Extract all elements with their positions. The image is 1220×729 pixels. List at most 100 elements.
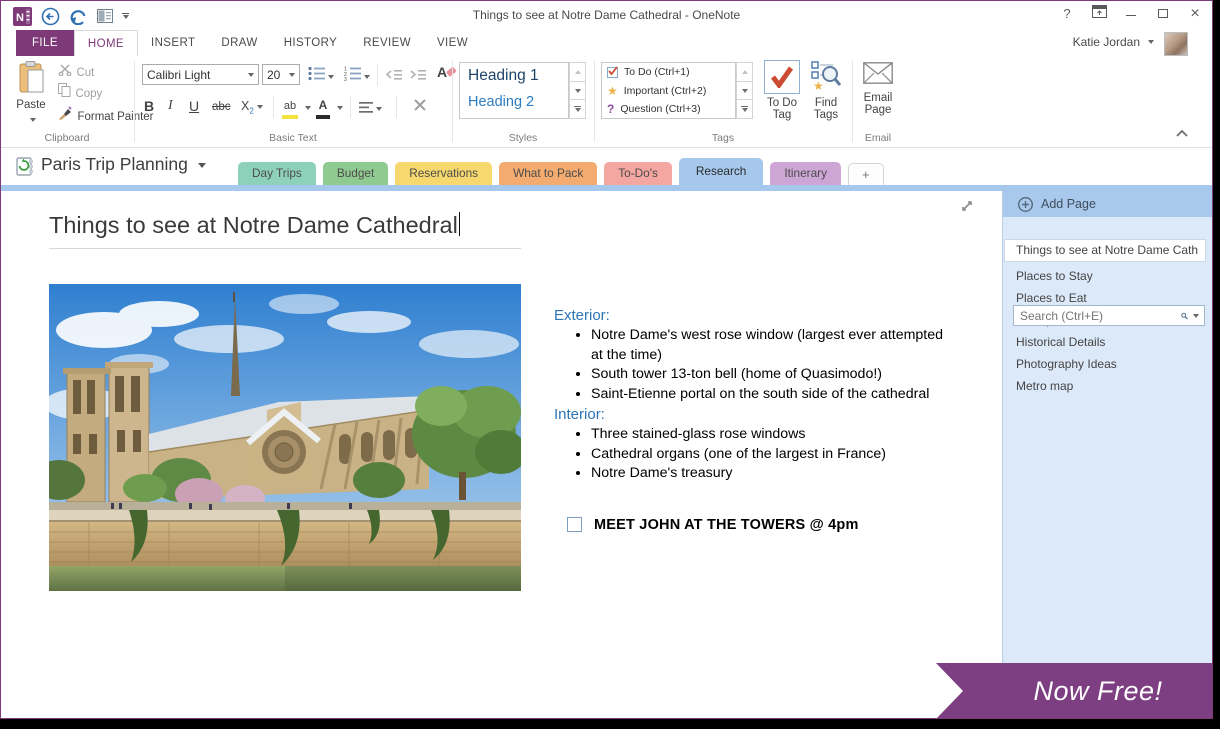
tag-important[interactable]: ★ Important (Ctrl+2) [602,82,735,101]
paragraph-alignment-button[interactable] [359,100,382,118]
full-page-view-icon[interactable] [960,199,974,218]
font-color-button[interactable]: A [316,96,330,119]
page-item-active[interactable]: Things to see at Notre Dame Cath [1004,239,1206,262]
delete-x-icon[interactable] [413,98,427,117]
styles-group-label: Styles [453,132,593,144]
add-section-tab[interactable]: + [848,163,884,185]
collapse-ribbon-icon[interactable] [1176,124,1188,142]
notre-dame-photo[interactable] [49,284,521,591]
style-heading2[interactable]: Heading 2 [460,89,568,115]
notebook-name[interactable]: Paris Trip Planning [41,154,206,175]
customize-qat-icon[interactable] [122,13,129,20]
tags-gallery[interactable]: To Do (Ctrl+1) ★ Important (Ctrl+2) ? Qu… [601,62,736,119]
clear-formatting-icon: A [437,63,457,81]
exterior-list: Notre Dame's west rose window (largest e… [554,326,954,404]
bullet-item[interactable]: South tower 13-ton bell (home of Quasimo… [591,365,954,385]
bullet-item[interactable]: Saint-Etienne portal on the south side o… [591,385,954,405]
section-tab-what-to-pack[interactable]: What to Pack [499,162,597,185]
bullet-item[interactable]: Three stained-glass rose windows [591,425,954,445]
interior-list: Three stained-glass rose windows Cathedr… [554,425,954,484]
highlight-button[interactable]: ab [282,96,298,119]
exterior-heading[interactable]: Exterior: [554,307,974,324]
font-size-select[interactable]: 20 [262,64,300,85]
bullet-item[interactable]: Notre Dame's west rose window (largest e… [591,326,954,365]
section-tab-reservations[interactable]: Reservations [395,162,492,185]
search-input[interactable] [1014,309,1181,323]
paste-icon [18,61,45,94]
section-tab-budget[interactable]: Budget [323,162,388,185]
page-item[interactable]: Places to Stay [1004,265,1212,287]
clipboard-group-label: Clipboard [1,132,133,144]
help-icon[interactable]: ? [1058,5,1076,23]
page-item[interactable]: Metro map [1004,375,1212,397]
underline-button[interactable]: U [189,98,199,114]
minimize-icon[interactable] [1122,5,1140,23]
search-icon[interactable] [1181,309,1188,323]
clear-formatting-button[interactable]: A [437,63,457,86]
svg-text:A: A [437,64,447,80]
decrease-indent-button[interactable] [386,68,402,86]
interior-heading[interactable]: Interior: [554,406,974,423]
notes-outline[interactable]: Exterior: Notre Dame's west rose window … [554,305,974,533]
section-tab-research[interactable]: Research [679,158,764,185]
onenote-app-icon[interactable]: N [13,7,32,26]
bullet-item[interactable]: Notre Dame's treasury [591,464,954,484]
italic-button[interactable]: I [168,98,173,114]
page-item[interactable]: Photography Ideas [1004,353,1212,375]
todo-tag-text[interactable]: MEET JOHN AT THE TOWERS @ 4pm [594,517,859,533]
numbering-button[interactable]: 1 2 3 [344,66,370,86]
account-name[interactable]: Katie Jordan [1073,35,1154,49]
paste-button[interactable]: ​Paste [11,61,51,129]
tags-scroll-rail[interactable] [736,62,753,119]
copy-button[interactable]: Copy [58,83,102,102]
add-page-button[interactable]: Add Page [1003,191,1212,217]
bullets-button[interactable] [308,66,334,86]
tab-view[interactable]: VIEW [424,30,481,56]
dock-to-desktop-icon[interactable] [97,9,113,23]
quick-access-toolbar: N [13,4,129,28]
tag-todo[interactable]: To Do (Ctrl+1) [602,63,735,82]
page-title-underline [49,248,521,249]
section-tab-day-trips[interactable]: Day Trips [238,162,316,185]
back-icon[interactable] [41,7,60,26]
account-avatar[interactable] [1164,32,1188,56]
todo-tag-button[interactable]: To DoTag [761,60,803,121]
section-tab-itinerary[interactable]: Itinerary [770,162,841,185]
cut-button[interactable]: Cut [58,63,94,81]
tab-draw[interactable]: DRAW [208,30,270,56]
bullets-icon [308,66,325,81]
styles-gallery[interactable]: Heading 1 Heading 2 [459,62,569,119]
close-icon[interactable]: × [1186,5,1204,23]
ribbon-display-options-icon[interactable] [1090,5,1108,23]
subscript-button[interactable]: X2 [241,99,263,116]
styles-scroll-rail[interactable] [569,62,586,119]
bold-button[interactable]: B [144,98,154,114]
format-painter-icon [58,106,73,120]
todo-tag-checkbox[interactable] [567,517,582,532]
font-name-select[interactable]: Calibri Light [142,64,259,85]
increase-indent-button[interactable] [410,68,426,86]
tab-review[interactable]: REVIEW [350,30,424,56]
page-canvas[interactable]: Things to see at Notre Dame Cathedral [1,191,1002,718]
tab-insert[interactable]: INSERT [138,30,208,56]
envelope-icon [863,62,893,84]
page-item[interactable]: Historical Details [1004,331,1212,353]
tag-question[interactable]: ? Question (Ctrl+3) [602,100,735,119]
format-painter-button[interactable]: Format Painter [58,106,154,125]
bullet-item[interactable]: Cathedral organs (one of the largest in … [591,445,954,465]
strikethrough-button[interactable]: abc [212,101,231,113]
undo-icon[interactable] [69,8,88,25]
tab-home[interactable]: HOME [74,30,138,56]
maximize-icon[interactable] [1154,5,1172,23]
cut-icon [58,64,72,76]
search-scope-dropdown-icon[interactable] [1193,314,1199,318]
search-box[interactable] [1013,305,1205,326]
todo-checkbox-icon [607,67,618,78]
find-tags-button[interactable]: ★ FindTags [807,60,845,121]
tab-history[interactable]: HISTORY [271,30,351,56]
email-page-button[interactable]: EmailPage [857,62,899,116]
style-heading1[interactable]: Heading 1 [460,63,568,89]
tab-file[interactable]: FILE [16,30,74,56]
section-tab-to-dos[interactable]: To-Do's [604,162,672,185]
page-title[interactable]: Things to see at Notre Dame Cathedral [49,212,460,239]
